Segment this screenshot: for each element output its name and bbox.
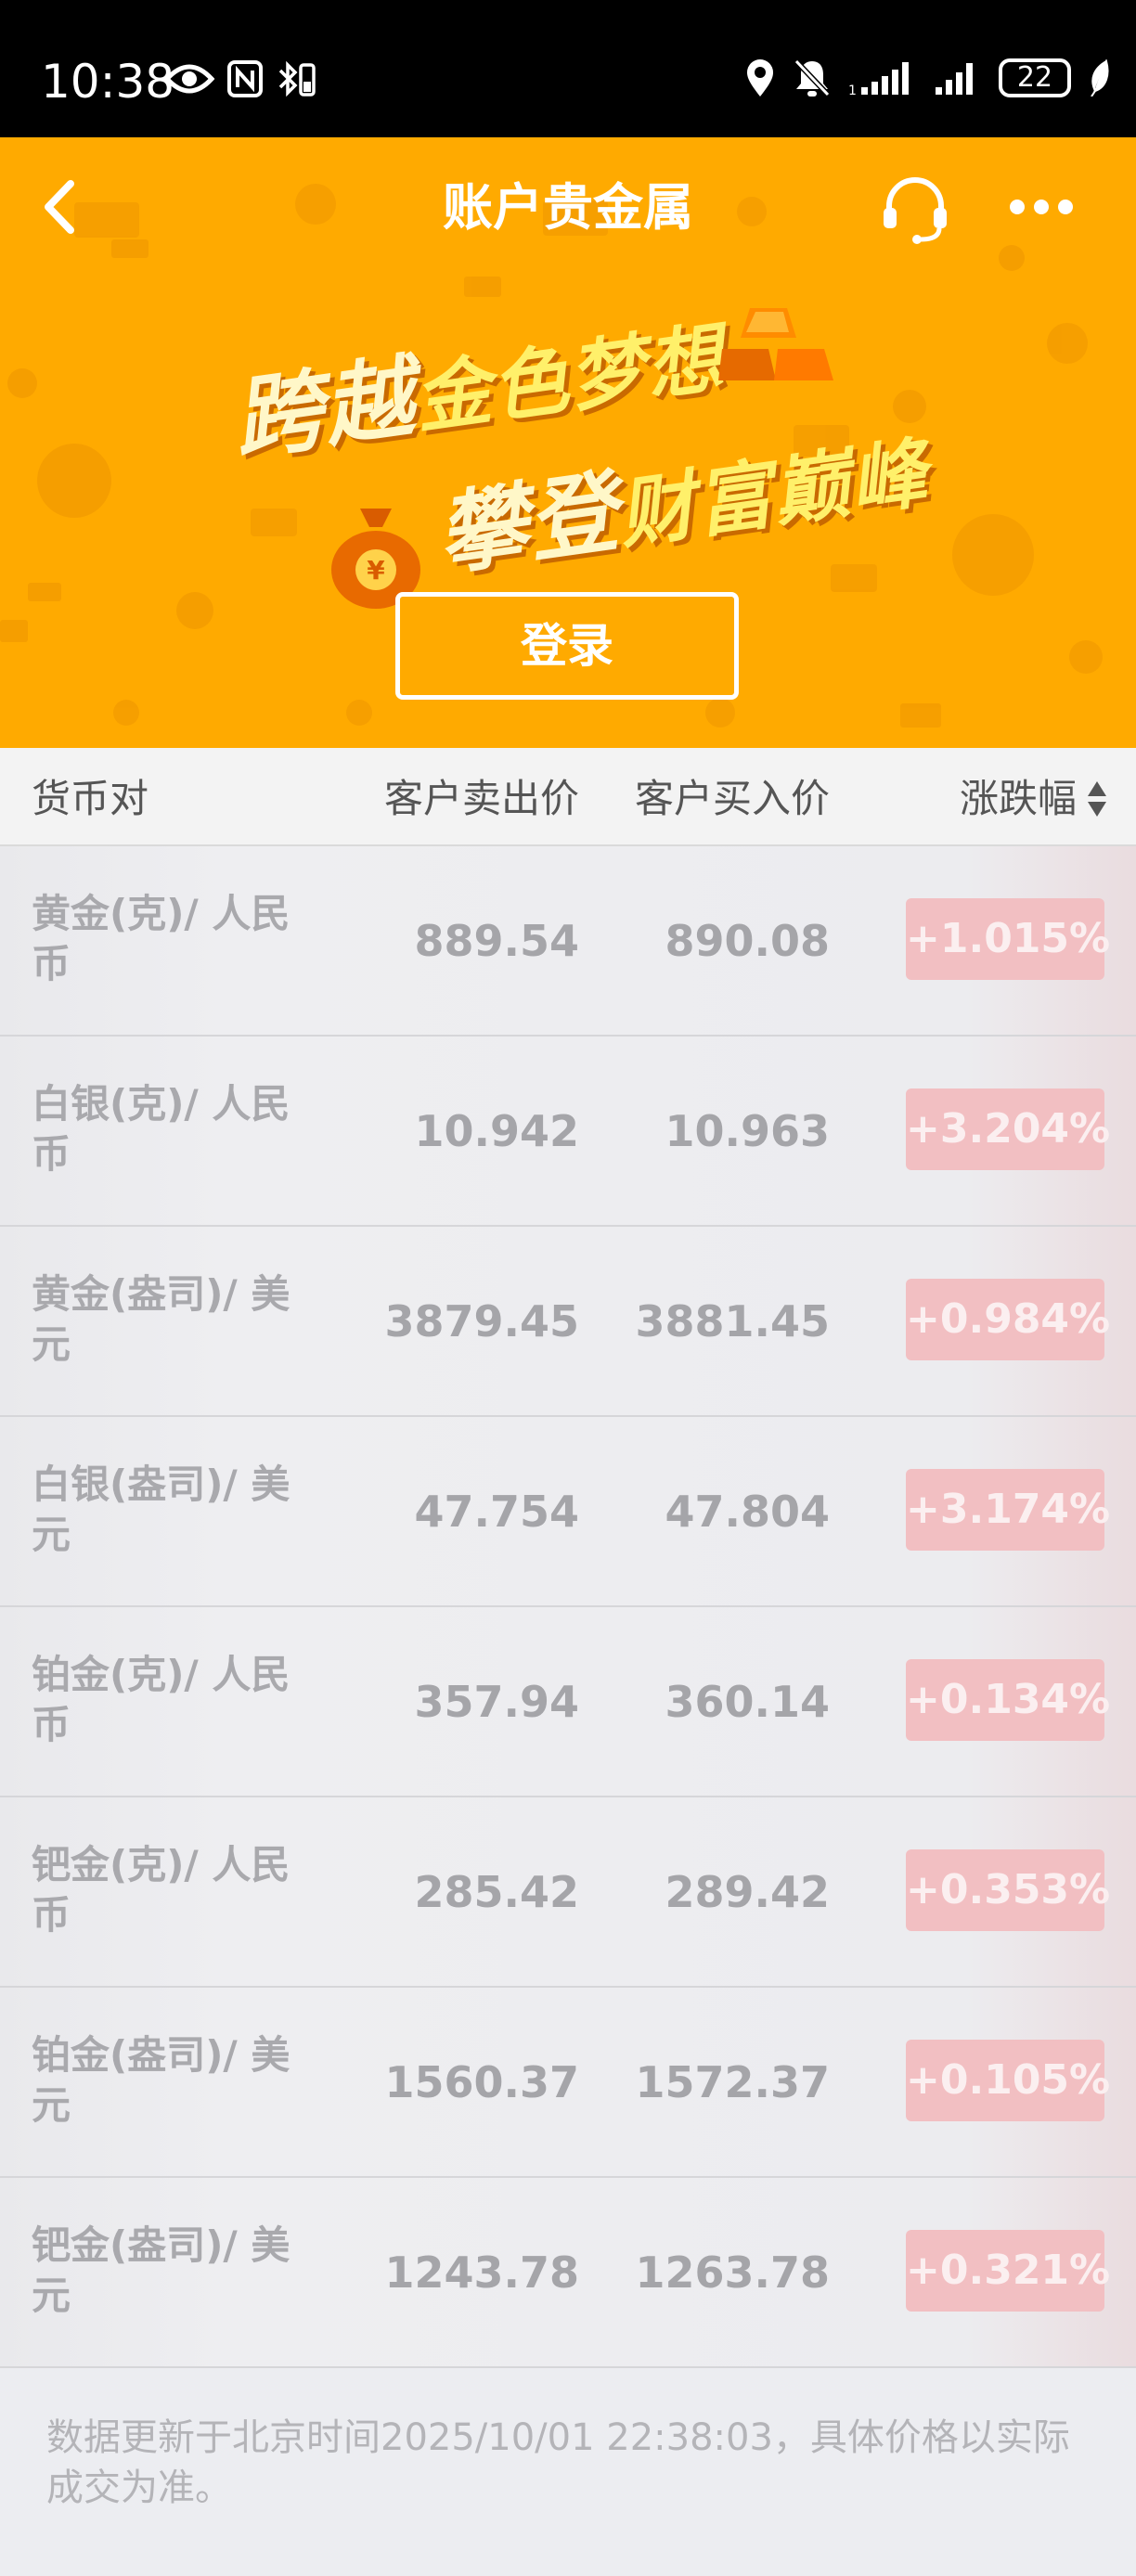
row-sell-price: 10.942 (414, 1106, 579, 1156)
row-change-badge: +0.134% (906, 1659, 1110, 1741)
data-update-note: 数据更新于北京时间2025/10/01 22:38:03，具体价格以实际成交为准… (46, 2416, 1070, 2509)
row-buy-price: 360.14 (665, 1677, 830, 1727)
eye-icon (163, 64, 215, 94)
more-options-icon[interactable] (1004, 184, 1078, 230)
row-pair-name: 铂金(克)/ 人民币 (32, 1652, 290, 1747)
login-button[interactable]: 登录 (395, 592, 739, 700)
column-header-change-sort[interactable]: 涨跌幅 (960, 776, 1077, 822)
row-buy-price: 1263.78 (635, 2248, 830, 2298)
gold-bars-icon (718, 308, 833, 380)
row-sell-price: 285.42 (414, 1867, 579, 1917)
column-header-buy-price: 客户买入价 (634, 776, 830, 821)
svg-text:1: 1 (848, 84, 857, 97)
row-sell-price: 1243.78 (384, 2248, 579, 2298)
table-row[interactable]: 白银(克)/ 人民币 10.942 10.963 +3.204% (0, 1037, 1136, 1227)
row-pair-name: 白银(克)/ 人民币 (32, 1081, 290, 1177)
row-buy-price: 1572.37 (635, 2057, 830, 2107)
nfc-icon (227, 60, 263, 97)
signal-icon: 1 (848, 62, 909, 97)
mute-icon (794, 58, 831, 97)
table-row[interactable]: 钯金(盎司)/ 美元 1243.78 1263.78 +0.321% (0, 2178, 1136, 2368)
battery-level: 22 (1016, 61, 1053, 94)
price-list: 黄金(克)/ 人民币 889.54 890.08 +1.015% 白银(克)/ … (0, 846, 1136, 2368)
column-header-sell-price: 客户卖出价 (383, 776, 579, 821)
row-sell-price: 357.94 (414, 1677, 579, 1727)
row-pair-name: 铂金(盎司)/ 美元 (32, 2032, 290, 2128)
location-icon (747, 59, 773, 97)
table-row[interactable]: 黄金(克)/ 人民币 889.54 890.08 +1.015% (0, 846, 1136, 1037)
svg-text:¥: ¥ (367, 555, 385, 586)
row-buy-price: 47.804 (665, 1487, 830, 1537)
status-left-icons (163, 59, 319, 98)
table-row[interactable]: 钯金(克)/ 人民币 285.42 289.42 +0.353% (0, 1797, 1136, 1988)
status-time: 10:38 (41, 55, 175, 109)
row-pair-name: 钯金(盎司)/ 美元 (32, 2222, 290, 2318)
bluetooth-battery-icon (278, 60, 316, 97)
row-pair-name: 钯金(克)/ 人民币 (32, 1842, 290, 1938)
row-change-badge: +3.204% (906, 1088, 1110, 1170)
row-buy-price: 289.42 (665, 1867, 830, 1917)
table-row[interactable]: 白银(盎司)/ 美元 47.754 47.804 +3.174% (0, 1417, 1136, 1607)
row-sell-price: 889.54 (414, 916, 579, 966)
status-bar: 10:38 1 22 (0, 0, 1136, 137)
row-pair-name: 黄金(克)/ 人民币 (32, 891, 290, 986)
page-title: 账户贵金属 (443, 178, 693, 237)
table-header: 货币对 客户卖出价 客户买入价 涨跌幅 (0, 748, 1136, 846)
row-change-badge: +1.015% (906, 898, 1110, 980)
column-header-pair: 货币对 (32, 776, 149, 821)
sort-icon[interactable] (1086, 779, 1108, 818)
row-change-badge: +0.984% (906, 1279, 1110, 1360)
row-sell-price: 1560.37 (384, 2057, 579, 2107)
row-change-badge: +3.174% (906, 1469, 1110, 1551)
row-buy-price: 3881.45 (635, 1296, 830, 1346)
row-buy-price: 10.963 (665, 1106, 830, 1156)
signal-icon-2 (936, 63, 973, 95)
row-pair-name: 黄金(盎司)/ 美元 (32, 1271, 290, 1367)
row-buy-price: 890.08 (665, 916, 830, 966)
row-pair-name: 白银(盎司)/ 美元 (32, 1462, 290, 1557)
status-right-icons: 1 22 (744, 58, 1112, 98)
header-banner: 账户贵金属 跨越金色梦想 攀登财富巅峰 ¥ 登录 (0, 137, 1136, 748)
leaf-icon (1091, 59, 1109, 97)
table-row[interactable]: 黄金(盎司)/ 美元 3879.45 3881.45 +0.984% (0, 1227, 1136, 1417)
customer-service-headset-icon[interactable] (878, 171, 952, 245)
row-sell-price: 47.754 (414, 1487, 579, 1537)
table-row[interactable]: 铂金(盎司)/ 美元 1560.37 1572.37 +0.105% (0, 1988, 1136, 2178)
row-sell-price: 3879.45 (384, 1296, 579, 1346)
battery-icon: 22 (999, 58, 1071, 97)
row-change-badge: +0.321% (906, 2230, 1110, 2312)
table-row[interactable]: 铂金(克)/ 人民币 357.94 360.14 +0.134% (0, 1607, 1136, 1797)
row-change-badge: +0.105% (906, 2040, 1110, 2121)
row-change-badge: +0.353% (906, 1849, 1110, 1931)
